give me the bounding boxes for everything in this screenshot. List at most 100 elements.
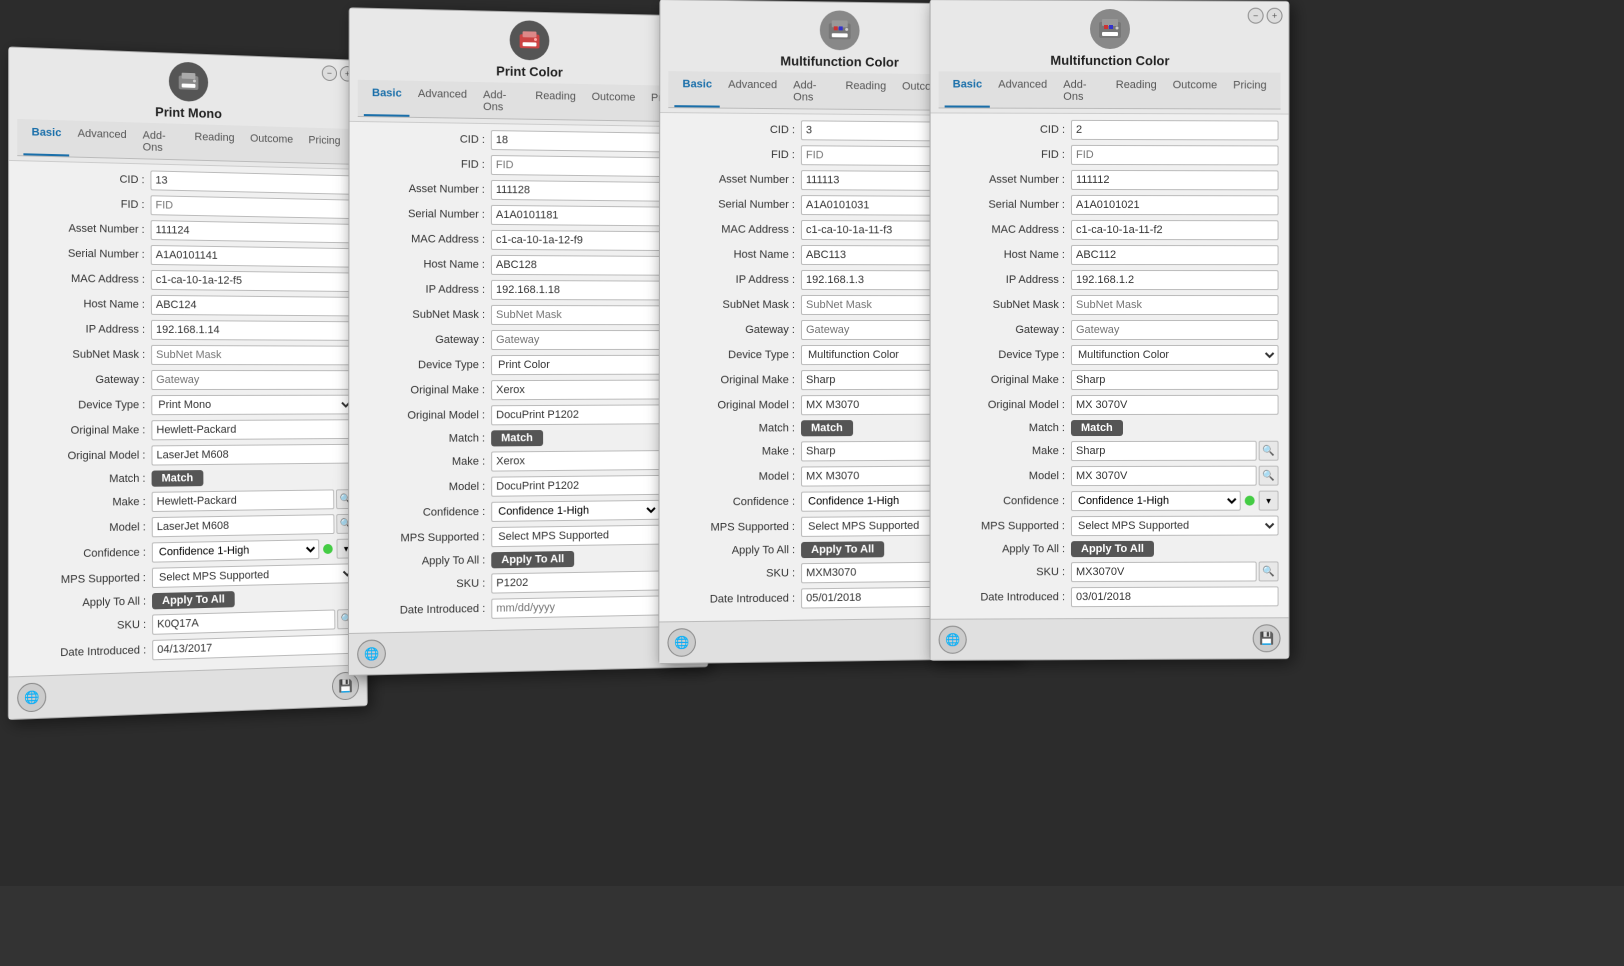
hostname-input-1[interactable] — [151, 295, 354, 317]
tab-outcome-2[interactable]: Outcome — [584, 88, 644, 121]
tab-pricing-1[interactable]: Pricing — [301, 131, 349, 163]
ip-input-4[interactable] — [1071, 270, 1279, 290]
panel-body-2: CID : FID : Asset Number : Serial Number… — [349, 122, 707, 633]
cid-label-2: CID : — [360, 132, 491, 146]
subnet-input-1[interactable] — [151, 345, 354, 365]
apply-to-all-button-2[interactable]: Apply To All — [491, 551, 574, 568]
minimize-btn-4[interactable]: − — [1248, 8, 1264, 24]
tab-reading-4[interactable]: Reading — [1108, 76, 1165, 108]
globe-btn-1[interactable]: 🌐 — [17, 682, 46, 712]
make-input-2[interactable] — [491, 450, 675, 472]
tab-outcome-1[interactable]: Outcome — [242, 130, 301, 163]
make-input-1[interactable] — [152, 489, 335, 512]
ip-input-1[interactable] — [151, 320, 354, 341]
apply-to-all-button-4[interactable]: Apply To All — [1071, 541, 1154, 557]
gateway-row-4: Gateway : — [941, 320, 1279, 340]
tab-advanced-2[interactable]: Advanced — [410, 85, 475, 118]
confidence-select-1[interactable]: Confidence 1-High — [152, 539, 320, 562]
tab-outcome-4[interactable]: Outcome — [1165, 76, 1225, 108]
globe-btn-3[interactable]: 🌐 — [667, 628, 696, 657]
expand-btn-4[interactable]: + — [1267, 8, 1283, 24]
make-row-4: Make : 🔍 — [941, 441, 1279, 462]
sku-input-1[interactable] — [152, 609, 335, 634]
tab-advanced-1[interactable]: Advanced — [69, 124, 134, 158]
origmake-input-1[interactable] — [151, 419, 354, 440]
tab-reading-2[interactable]: Reading — [527, 87, 583, 120]
hostname-input-4[interactable] — [1071, 245, 1279, 265]
dateintro-row-1: Date Introduced : — [19, 634, 356, 665]
sku-input-2[interactable] — [491, 570, 676, 593]
dateintro-input-1[interactable] — [152, 634, 357, 661]
model-input-1[interactable] — [152, 514, 335, 537]
devicetype-select-1[interactable]: Print Mono — [151, 395, 354, 415]
globe-btn-2[interactable]: 🌐 — [357, 639, 386, 668]
serial-label-2: Serial Number : — [360, 208, 491, 221]
confidence-label-2: Confidence : — [359, 506, 491, 520]
model-input-4[interactable] — [1071, 466, 1257, 486]
tab-addons-4[interactable]: Add-Ons — [1055, 76, 1107, 108]
apply-to-all-button-1[interactable]: Apply To All — [152, 591, 235, 609]
sku-input-4[interactable] — [1071, 562, 1257, 583]
tab-reading-1[interactable]: Reading — [187, 128, 243, 161]
panel-header-2: − + Print Color Basic Advanced Add-Ons R… — [350, 8, 706, 127]
ip-label-1: IP Address : — [19, 323, 151, 336]
origmodel-input-1[interactable] — [151, 444, 354, 466]
tab-pricing-4[interactable]: Pricing — [1225, 76, 1274, 108]
fid-input-1[interactable] — [151, 195, 353, 219]
serial-input-1[interactable] — [151, 245, 353, 268]
gateway-label-4: Gateway : — [941, 324, 1071, 336]
make-input-4[interactable] — [1071, 441, 1257, 461]
asset-input-1[interactable] — [151, 220, 353, 243]
tab-addons-3[interactable]: Add-Ons — [785, 76, 837, 108]
globe-btn-4[interactable]: 🌐 — [939, 626, 967, 654]
confidence-select-2[interactable]: Confidence 1-High — [491, 500, 660, 522]
subnet-input-4[interactable] — [1071, 295, 1279, 315]
tab-addons-1[interactable]: Add-Ons — [135, 126, 187, 159]
match-button-2[interactable]: Match — [491, 430, 543, 446]
tab-basic-3[interactable]: Basic — [674, 75, 720, 107]
match-label-4: Match : — [941, 422, 1071, 434]
mac-input-4[interactable] — [1071, 220, 1279, 240]
match-button-4[interactable]: Match — [1071, 420, 1123, 436]
match-button-3[interactable]: Match — [801, 420, 853, 436]
origmake-row-4: Original Make : — [941, 370, 1279, 390]
model-search-btn-4[interactable]: 🔍 — [1259, 466, 1279, 486]
devicetype-select-4[interactable]: Multifunction Color — [1071, 345, 1279, 365]
sku-label-2: SKU : — [359, 577, 491, 592]
tab-addons-2[interactable]: Add-Ons — [475, 86, 527, 119]
cid-input-4[interactable] — [1071, 120, 1279, 141]
fid-input-4[interactable] — [1071, 145, 1279, 166]
mps-select-1[interactable]: Select MPS Supported — [152, 563, 356, 588]
confidence-select-4[interactable]: Confidence 1-High — [1071, 491, 1241, 511]
make-search-btn-4[interactable]: 🔍 — [1259, 441, 1279, 461]
asset-input-4[interactable] — [1071, 170, 1279, 190]
model-input-2[interactable] — [491, 475, 675, 497]
mac-input-1[interactable] — [151, 270, 354, 292]
serial-input-4[interactable] — [1071, 195, 1279, 215]
cid-row-4: CID : — [941, 119, 1279, 140]
save-btn-4[interactable]: 💾 — [1253, 624, 1281, 652]
applyall-label-2: Apply To All : — [359, 554, 491, 568]
confidence-btn-4[interactable]: ▼ — [1259, 491, 1279, 511]
tab-basic-1[interactable]: Basic — [23, 123, 69, 156]
gateway-input-4[interactable] — [1071, 320, 1279, 340]
apply-to-all-button-3[interactable]: Apply To All — [801, 541, 884, 558]
cid-input-1[interactable] — [150, 170, 352, 194]
tab-reading-3[interactable]: Reading — [838, 77, 895, 109]
tab-advanced-4[interactable]: Advanced — [990, 76, 1055, 108]
origmodel-input-4[interactable] — [1071, 395, 1279, 415]
minimize-btn-1[interactable]: − — [322, 65, 337, 81]
panel-controls-4: − + — [1248, 8, 1283, 24]
tab-basic-4[interactable]: Basic — [945, 75, 991, 107]
save-btn-1[interactable]: 💾 — [332, 672, 359, 701]
sku-search-btn-4[interactable]: 🔍 — [1259, 561, 1279, 581]
origmake-input-4[interactable] — [1071, 370, 1279, 390]
tab-basic-2[interactable]: Basic — [364, 84, 410, 117]
asset-row-1: Asset Number : — [19, 218, 353, 244]
gateway-input-1[interactable] — [151, 370, 354, 390]
tab-advanced-3[interactable]: Advanced — [720, 76, 785, 109]
mps-select-4[interactable]: Select MPS Supported — [1071, 516, 1279, 537]
dateintro-input-4[interactable] — [1071, 586, 1279, 607]
mps-row-2: MPS Supported : Select MPS Supported — [359, 524, 697, 549]
match-button-1[interactable]: Match — [152, 470, 204, 487]
